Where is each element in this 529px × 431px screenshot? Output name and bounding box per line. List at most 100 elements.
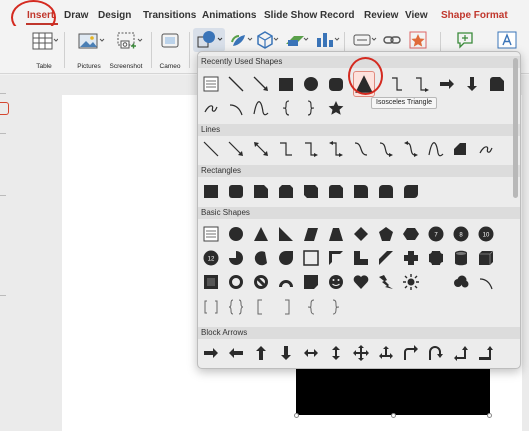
basic-dodecagon[interactable]: 12	[203, 250, 219, 266]
shape-rounded-rectangle[interactable]	[328, 76, 344, 92]
arrow-bent-up[interactable]	[478, 345, 494, 361]
shape-scribble[interactable]	[203, 100, 219, 116]
shape-left-brace[interactable]	[278, 100, 294, 116]
arrow-left-up[interactable]	[453, 345, 469, 361]
basic-folded-corner[interactable]	[303, 274, 319, 290]
gallery-scrollbar[interactable]	[513, 58, 518, 198]
3d-models-button[interactable]	[254, 28, 280, 52]
basic-chord[interactable]	[253, 250, 269, 266]
arrow-u-turn[interactable]	[428, 345, 444, 361]
basic-heptagon[interactable]: 7	[428, 226, 444, 242]
shape-snip-corner[interactable]	[489, 76, 505, 92]
basic-plus[interactable]	[403, 250, 419, 266]
basic-double-bracket[interactable]	[203, 299, 219, 315]
tab-view[interactable]: View	[405, 10, 428, 21]
line-freeform[interactable]	[453, 141, 469, 157]
basic-pie[interactable]	[228, 250, 244, 266]
comment-button[interactable]	[452, 28, 478, 52]
resize-handle[interactable]	[487, 413, 492, 418]
line-elbow[interactable]	[278, 141, 294, 157]
basic-right-bracket[interactable]	[278, 299, 294, 315]
chart-button[interactable]	[312, 28, 340, 52]
shape-right-arrow[interactable]	[439, 76, 455, 92]
basic-right-brace[interactable]	[328, 299, 344, 315]
basic-triangle[interactable]	[253, 226, 269, 242]
arrow-right[interactable]	[203, 345, 219, 361]
basic-decagon[interactable]: 10	[478, 226, 494, 242]
tab-animations[interactable]: Animations	[202, 10, 256, 21]
black-rectangle-shape[interactable]	[296, 367, 490, 415]
rect-round-same-side[interactable]	[378, 183, 394, 199]
arrow-left[interactable]	[228, 345, 244, 361]
resize-handle[interactable]	[391, 413, 396, 418]
basic-donut[interactable]	[228, 274, 244, 290]
link-button[interactable]	[380, 28, 404, 52]
basic-block-arc[interactable]	[278, 274, 294, 290]
basic-octagon[interactable]: 8	[453, 226, 469, 242]
basic-arc[interactable]	[478, 274, 494, 290]
shape-rectangle[interactable]	[278, 76, 294, 92]
shape-line-arrow[interactable]	[253, 76, 269, 92]
shapes-button[interactable]	[193, 28, 225, 52]
tab-record[interactable]: Record	[320, 10, 354, 21]
line-elbow-arrow[interactable]	[303, 141, 319, 157]
basic-parallelogram[interactable]	[303, 226, 319, 242]
wordart-button[interactable]	[494, 28, 520, 52]
symbol-button[interactable]	[406, 28, 430, 52]
line-scribble[interactable]	[478, 141, 494, 157]
line-elbow-double-arrow[interactable]	[328, 141, 344, 157]
basic-frame[interactable]	[303, 250, 319, 266]
shape-line[interactable]	[228, 76, 244, 92]
basic-l-shape[interactable]	[353, 250, 369, 266]
line-curved-arrow[interactable]	[378, 141, 394, 157]
shape-curve[interactable]	[253, 100, 269, 116]
screenshot-button[interactable]: Screenshot	[106, 30, 146, 72]
rect-plain[interactable]	[203, 183, 219, 199]
basic-trapezoid[interactable]	[328, 226, 344, 242]
shape-text-box[interactable]	[203, 76, 219, 92]
basic-bevel[interactable]	[203, 274, 219, 290]
basic-text-box[interactable]	[203, 226, 219, 242]
tab-review[interactable]: Review	[364, 10, 398, 21]
basic-right-triangle[interactable]	[278, 226, 294, 242]
basic-cloud[interactable]	[453, 274, 469, 290]
resize-handle[interactable]	[294, 413, 299, 418]
basic-double-brace[interactable]	[228, 299, 244, 315]
arrow-down[interactable]	[278, 345, 294, 361]
smartart-button[interactable]	[282, 28, 310, 52]
shape-elbow-arrow-connector[interactable]	[414, 76, 430, 92]
basic-can[interactable]	[453, 250, 469, 266]
basic-left-bracket[interactable]	[253, 299, 269, 315]
shape-arc[interactable]	[228, 100, 244, 116]
basic-smiley-face[interactable]	[328, 274, 344, 290]
basic-moon[interactable]	[428, 274, 444, 290]
line-arrow[interactable]	[228, 141, 244, 157]
rect-snip-single[interactable]	[253, 183, 269, 199]
basic-diamond[interactable]	[353, 226, 369, 242]
text-box-button[interactable]	[350, 28, 378, 52]
tab-shape-format[interactable]: Shape Format	[441, 10, 508, 21]
line-freeform-curve[interactable]	[428, 141, 444, 157]
basic-left-brace[interactable]	[303, 299, 319, 315]
basic-plaque[interactable]	[428, 250, 444, 266]
tab-design[interactable]: Design	[98, 10, 131, 21]
rect-snip-same-side[interactable]	[278, 183, 294, 199]
line-straight[interactable]	[203, 141, 219, 157]
tab-slide-show[interactable]: Slide Show	[264, 10, 317, 21]
table-button[interactable]: Table	[30, 30, 59, 72]
shape-down-arrow[interactable]	[464, 76, 480, 92]
arrow-up[interactable]	[253, 345, 269, 361]
shape-right-brace[interactable]	[303, 100, 319, 116]
arrow-left-right-up[interactable]	[378, 345, 394, 361]
basic-teardrop[interactable]	[278, 250, 294, 266]
basic-pentagon[interactable]	[378, 226, 394, 242]
rect-round-diagonal[interactable]	[403, 183, 419, 199]
icons-button[interactable]	[228, 28, 254, 52]
basic-diagonal-stripe[interactable]	[378, 250, 394, 266]
basic-heart[interactable]	[353, 274, 369, 290]
line-curved-double-arrow[interactable]	[403, 141, 419, 157]
rect-rounded[interactable]	[228, 183, 244, 199]
cameo-button[interactable]: Cameo	[155, 30, 185, 72]
arrow-left-right[interactable]	[303, 345, 319, 361]
line-double-arrow[interactable]	[253, 141, 269, 157]
